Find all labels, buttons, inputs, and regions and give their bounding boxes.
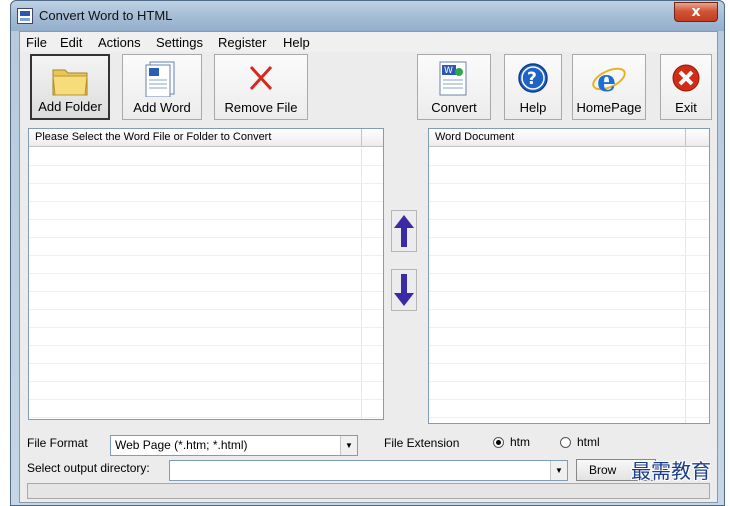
- list-row[interactable]: [429, 310, 709, 328]
- remove-file-button[interactable]: Remove File: [214, 54, 308, 120]
- file-format-value: Web Page (*.htm; *.html): [115, 438, 248, 452]
- list-row[interactable]: [29, 346, 383, 364]
- app-window: Convert Word to HTML x File Edit Actions…: [10, 0, 725, 506]
- source-list-header[interactable]: Please Select the Word File or Folder to…: [29, 129, 383, 147]
- question-icon: ?: [516, 61, 550, 98]
- toolbar: Add Folder Add Word Remove File W Conver…: [20, 52, 717, 122]
- list-row[interactable]: [429, 274, 709, 292]
- list-row[interactable]: [29, 184, 383, 202]
- word-list-header-label: Word Document: [435, 131, 515, 143]
- source-list-rows: [29, 148, 383, 419]
- list-row[interactable]: [29, 274, 383, 292]
- column-separator: [685, 129, 686, 146]
- add-word-button[interactable]: Add Word: [122, 54, 202, 120]
- svg-text:e: e: [597, 64, 616, 97]
- red-x-icon: [246, 61, 276, 98]
- list-row[interactable]: [429, 220, 709, 238]
- list-row[interactable]: [429, 292, 709, 310]
- add-folder-button[interactable]: Add Folder: [30, 54, 110, 120]
- list-row[interactable]: [29, 382, 383, 400]
- word-document-list[interactable]: Word Document: [428, 128, 710, 424]
- source-file-list[interactable]: Please Select the Word File or Folder to…: [28, 128, 384, 420]
- list-row[interactable]: [429, 400, 709, 418]
- list-row[interactable]: [29, 238, 383, 256]
- window-title: Convert Word to HTML: [39, 8, 173, 23]
- word-list-header[interactable]: Word Document: [429, 129, 709, 147]
- menu-bar: File Edit Actions Settings Register Help: [20, 32, 717, 52]
- source-list-header-label: Please Select the Word File or Folder to…: [35, 131, 272, 143]
- list-row[interactable]: [29, 328, 383, 346]
- column-separator: [361, 129, 362, 146]
- list-row[interactable]: [429, 346, 709, 364]
- list-row[interactable]: [29, 166, 383, 184]
- file-format-label: File Format: [27, 436, 88, 450]
- watermark-text: 最需教育: [631, 459, 711, 483]
- list-row[interactable]: [429, 382, 709, 400]
- list-row[interactable]: [429, 238, 709, 256]
- html-radio-label[interactable]: html: [577, 435, 600, 449]
- html-radio[interactable]: [560, 437, 571, 448]
- chevron-down-icon[interactable]: ▼: [340, 436, 357, 455]
- menu-file[interactable]: File: [26, 35, 47, 50]
- list-row[interactable]: [29, 364, 383, 382]
- move-up-button[interactable]: [391, 210, 417, 252]
- file-format-select[interactable]: Web Page (*.htm; *.html) ▼: [110, 435, 358, 456]
- list-row[interactable]: [429, 148, 709, 166]
- menu-register[interactable]: Register: [218, 35, 266, 50]
- exit-button[interactable]: Exit: [660, 54, 712, 120]
- list-row[interactable]: [29, 310, 383, 328]
- menu-help[interactable]: Help: [283, 35, 310, 50]
- exit-label: Exit: [675, 100, 697, 115]
- list-row[interactable]: [29, 292, 383, 310]
- list-row[interactable]: [429, 328, 709, 346]
- convert-button[interactable]: W Convert: [417, 54, 491, 120]
- add-word-label: Add Word: [133, 100, 191, 115]
- convert-label: Convert: [431, 100, 477, 115]
- close-button[interactable]: x: [674, 2, 718, 22]
- htm-radio[interactable]: [493, 437, 504, 448]
- menu-settings[interactable]: Settings: [156, 35, 203, 50]
- word-document-icon: [142, 61, 182, 100]
- title-bar[interactable]: Convert Word to HTML x: [11, 1, 724, 31]
- arrow-up-icon: [392, 215, 416, 254]
- list-row[interactable]: [29, 400, 383, 418]
- output-dir-combo[interactable]: ▼: [169, 460, 568, 481]
- arrow-down-icon: [392, 274, 416, 313]
- menu-actions[interactable]: Actions: [98, 35, 141, 50]
- exit-icon: [670, 61, 702, 98]
- list-row[interactable]: [429, 364, 709, 382]
- list-row[interactable]: [429, 418, 709, 423]
- homepage-button[interactable]: e HomePage: [572, 54, 646, 120]
- internet-explorer-icon: e: [589, 61, 629, 100]
- svg-text:?: ?: [527, 69, 537, 89]
- output-dir-label: Select output directory:: [27, 461, 150, 475]
- status-bar: [27, 483, 710, 499]
- app-icon: [17, 8, 33, 24]
- help-label: Help: [519, 100, 547, 115]
- menu-edit[interactable]: Edit: [60, 35, 82, 50]
- remove-file-label: Remove File: [224, 100, 298, 115]
- list-row[interactable]: [29, 256, 383, 274]
- file-extension-label: File Extension: [384, 436, 460, 450]
- svg-text:W: W: [444, 66, 453, 76]
- list-row[interactable]: [429, 166, 709, 184]
- client-area: File Edit Actions Settings Register Help…: [19, 31, 718, 503]
- browse-label: Brow: [589, 463, 617, 477]
- word-list-rows: [429, 148, 709, 423]
- list-row[interactable]: [429, 256, 709, 274]
- list-row[interactable]: [29, 202, 383, 220]
- chevron-down-icon[interactable]: ▼: [550, 461, 567, 480]
- list-row[interactable]: [29, 148, 383, 166]
- homepage-label: HomePage: [576, 100, 642, 115]
- list-row[interactable]: [29, 220, 383, 238]
- list-row[interactable]: [429, 202, 709, 220]
- add-folder-label: Add Folder: [38, 99, 102, 114]
- move-down-button[interactable]: [391, 269, 417, 311]
- folder-icon: [50, 62, 90, 101]
- help-button[interactable]: ? Help: [504, 54, 562, 120]
- word-convert-icon: W: [434, 61, 474, 100]
- list-row[interactable]: [429, 184, 709, 202]
- htm-radio-label[interactable]: htm: [510, 435, 530, 449]
